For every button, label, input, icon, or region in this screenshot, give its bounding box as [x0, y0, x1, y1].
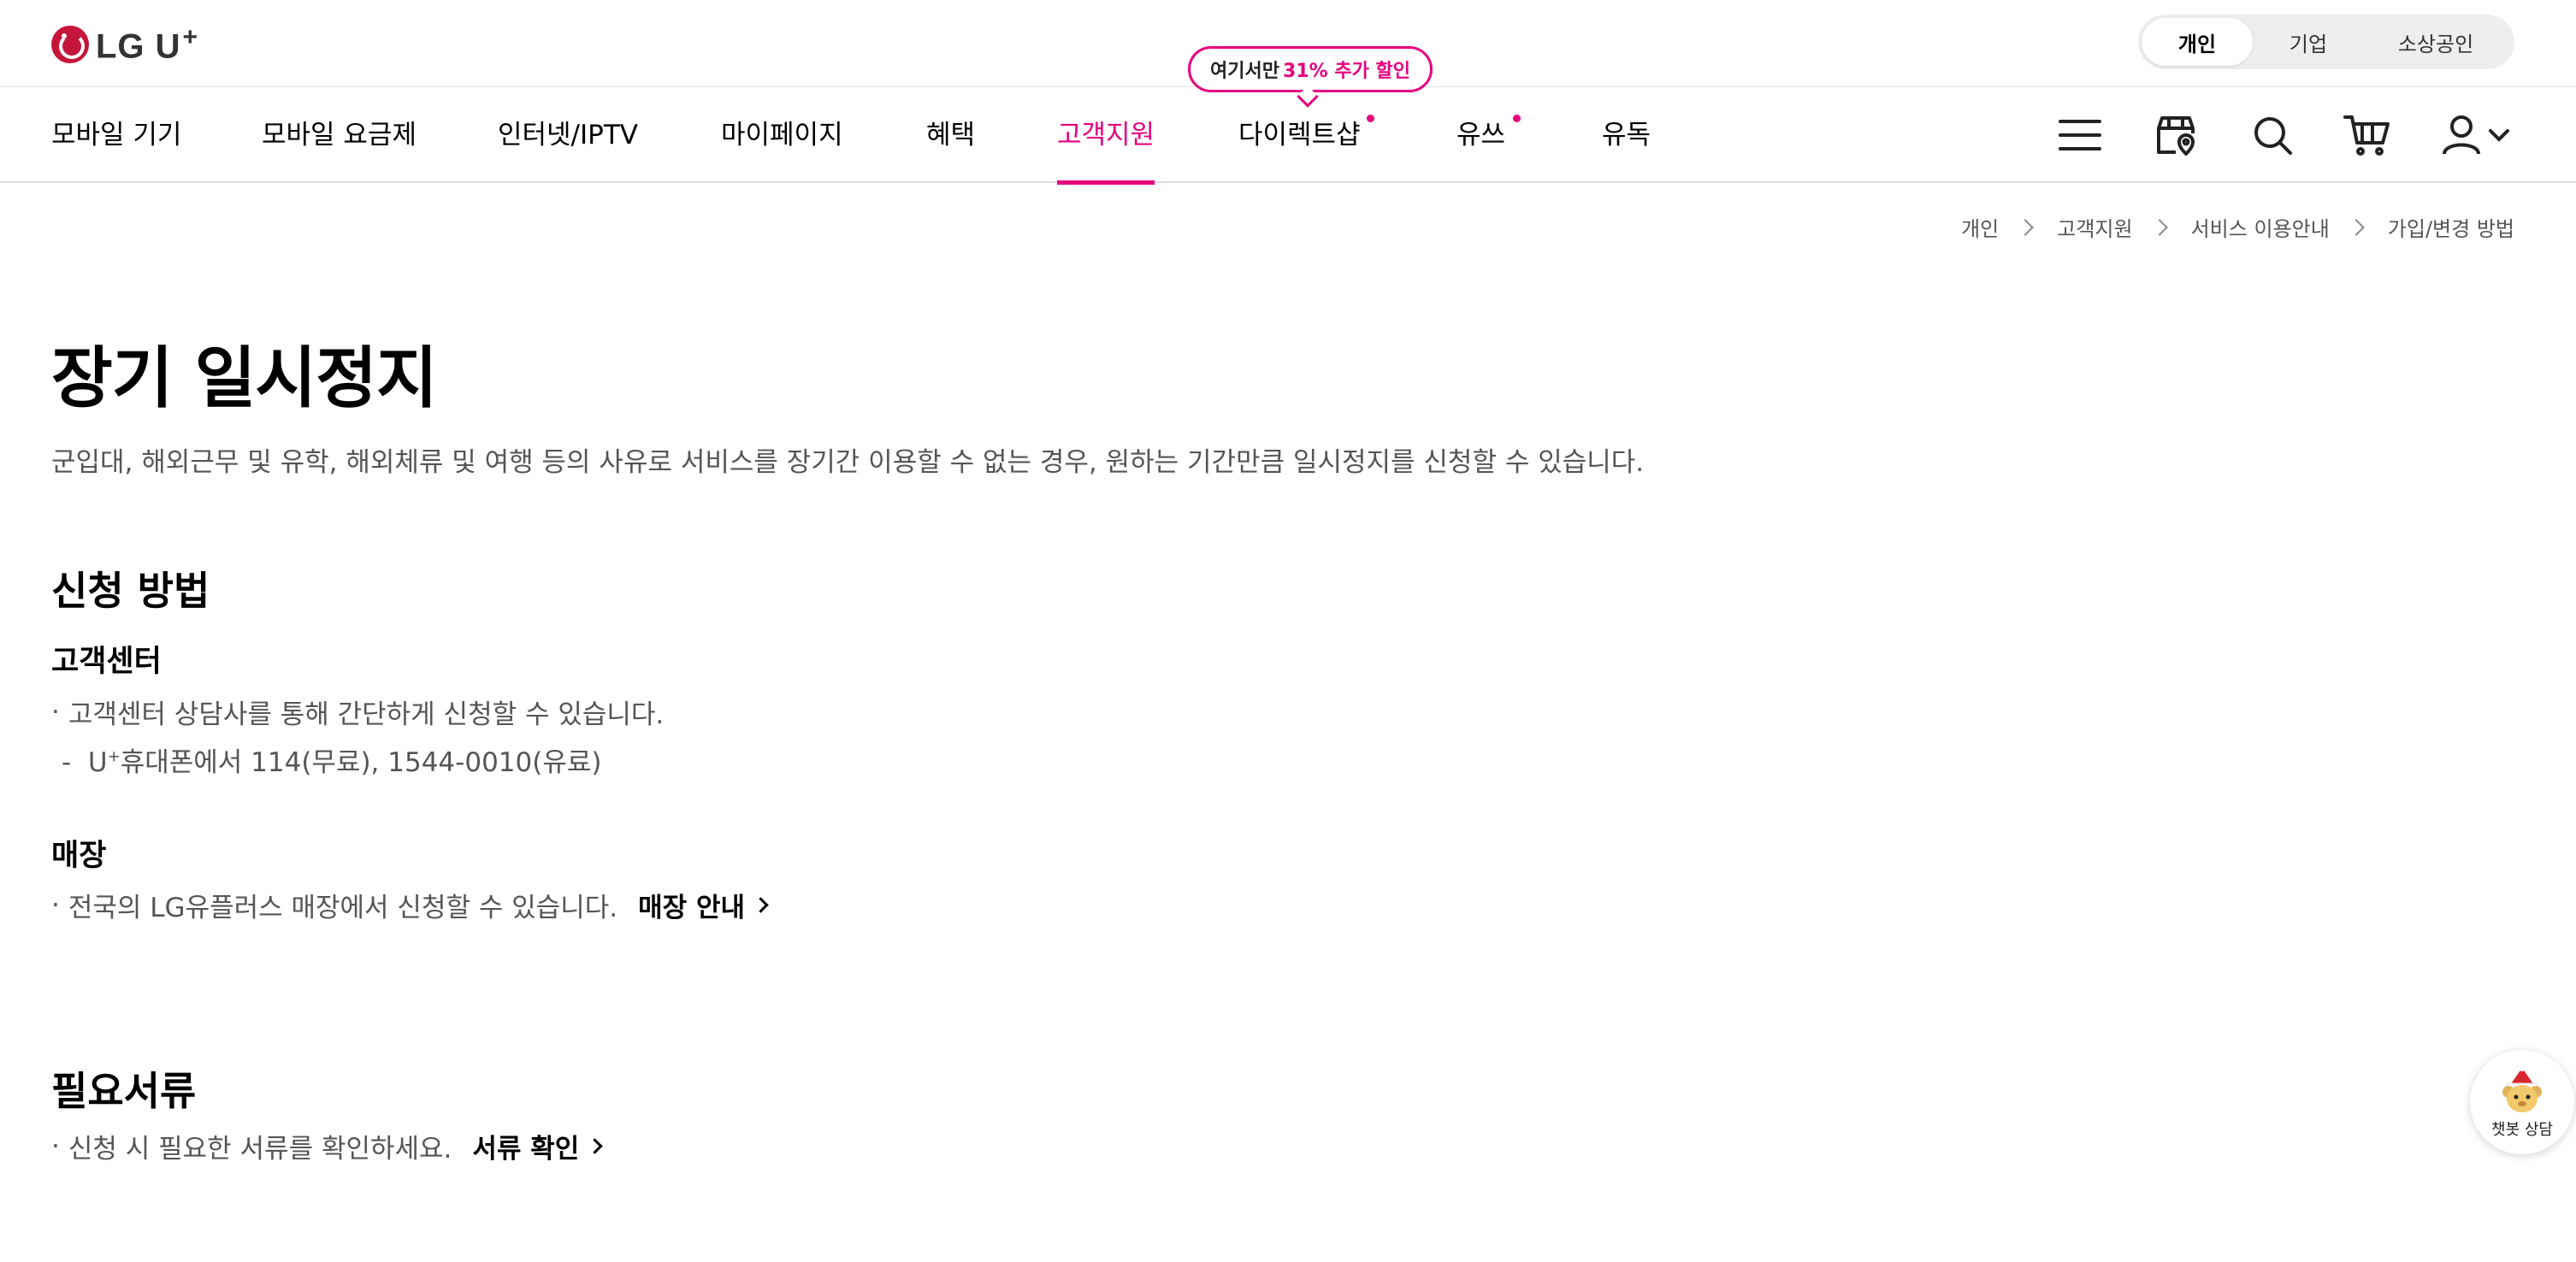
nav-customer-support[interactable]: 고객지원 [1057, 87, 1155, 185]
documents-check-link[interactable]: 서류 확인 [472, 1127, 603, 1165]
customer-center-text: 고객센터 상담사를 통해 간단하게 신청할 수 있습니다. [68, 699, 665, 730]
promo-highlight: 31% 추가 할인 [1283, 61, 1410, 82]
user-icon [2443, 115, 2480, 155]
chatbot-label: 챗봇 상담 [2491, 1121, 2553, 1139]
phone-brand-plus: + [107, 747, 121, 766]
promo-prefix: 여기서만 [1210, 61, 1280, 82]
store-title: 매장 [51, 839, 107, 873]
bullet-icon: · [51, 889, 60, 921]
new-dot-icon [1513, 115, 1521, 122]
documents-title: 필요서류 [51, 1068, 197, 1114]
segment-personal[interactable]: 개인 [2142, 18, 2253, 66]
list-item: · 고객센터 상담사를 통해 간단하게 신청할 수 있습니다. [51, 693, 664, 731]
nav-youth[interactable]: 유쓰 [1456, 87, 1521, 183]
chevron-right-icon [2347, 218, 2365, 236]
nav-mypage[interactable]: 마이페이지 [721, 87, 843, 183]
chevron-right-icon [2017, 218, 2035, 236]
store-text: 전국의 LG유플러스 매장에서 신청할 수 있습니다. [68, 893, 618, 923]
segment-business[interactable]: 기업 [2253, 18, 2364, 66]
chatbot-character-icon [2502, 1064, 2542, 1112]
apply-method-title: 신청 방법 [51, 568, 210, 614]
promo-bubble[interactable]: 여기서만 31% 추가 할인 [1188, 46, 1433, 92]
search-icon[interactable] [2247, 109, 2298, 161]
bullet-icon: · [51, 1130, 60, 1162]
user-menu[interactable] [2437, 109, 2514, 161]
active-underline [1057, 180, 1155, 185]
list-item: - U+휴대폰에서 114(무료), 1544-0010(유료) [62, 740, 601, 779]
page-title: 장기 일시정지 [51, 340, 438, 417]
nav-customer-support-label: 고객지원 [1057, 120, 1155, 150]
cart-icon[interactable] [2342, 109, 2393, 161]
chevron-right-icon [587, 1138, 603, 1154]
list-item: · 신청 시 필요한 서류를 확인하세요. 서류 확인 [51, 1127, 603, 1165]
list-item: · 전국의 LG유플러스 매장에서 신청할 수 있습니다. 매장 안내 [51, 886, 769, 924]
breadcrumb-item[interactable]: 개인 [1961, 212, 1999, 242]
customer-center-title: 고객센터 [51, 645, 162, 679]
nav-direct-shop-label: 다이렉트샵 [1238, 120, 1361, 150]
customer-type-switch: 개인 기업 소상공인 [2138, 15, 2514, 69]
breadcrumb-item[interactable]: 서비스 이용안내 [2191, 212, 2330, 242]
segment-small-business[interactable]: 소상공인 [2364, 18, 2508, 66]
nav-internet-iptv[interactable]: 인터넷/IPTV [498, 87, 638, 183]
breadcrumb-item[interactable]: 가입/변경 방법 [2388, 212, 2514, 242]
nav-youth-label: 유쓰 [1456, 120, 1506, 150]
breadcrumb-item[interactable]: 고객지원 [2057, 212, 2132, 242]
chevron-right-icon [753, 897, 769, 913]
chevron-down-icon [2489, 129, 2509, 142]
phone-numbers: 휴대폰에서 114(무료), 1544-0010(유료) [120, 747, 602, 778]
documents-text: 신청 시 필요한 서류를 확인하세요. [68, 1134, 452, 1165]
nav-direct-shop[interactable]: 다이렉트샵 [1238, 87, 1374, 183]
page-description: 군입대, 해외근무 및 유학, 해외체류 및 여행 등의 사유로 서비스를 장기… [51, 447, 1645, 478]
nav-mobile-devices[interactable]: 모바일 기기 [51, 87, 181, 183]
logo-text: LG U+ [96, 22, 199, 66]
lgu-logo[interactable]: LG U+ [51, 22, 199, 66]
menu-icon[interactable] [2054, 109, 2106, 161]
bullet-icon: · [51, 696, 60, 728]
chatbot-button[interactable]: 챗봇 상담 [2470, 1050, 2574, 1154]
dash-icon: - [62, 747, 88, 778]
chevron-right-icon [2150, 218, 2168, 236]
new-dot-icon [1367, 115, 1374, 122]
phone-brand: U [87, 747, 108, 778]
nav-subscription[interactable]: 유독 [1602, 87, 1651, 183]
store-location-icon[interactable] [2150, 109, 2201, 161]
nav-mobile-plans[interactable]: 모바일 요금제 [262, 87, 417, 183]
lg-logo-mark-icon [51, 26, 89, 63]
breadcrumb: 개인 고객지원 서비스 이용안내 가입/변경 방법 [1961, 212, 2514, 242]
store-guide-link[interactable]: 매장 안내 [638, 886, 769, 924]
nav-benefits[interactable]: 혜택 [926, 87, 975, 183]
